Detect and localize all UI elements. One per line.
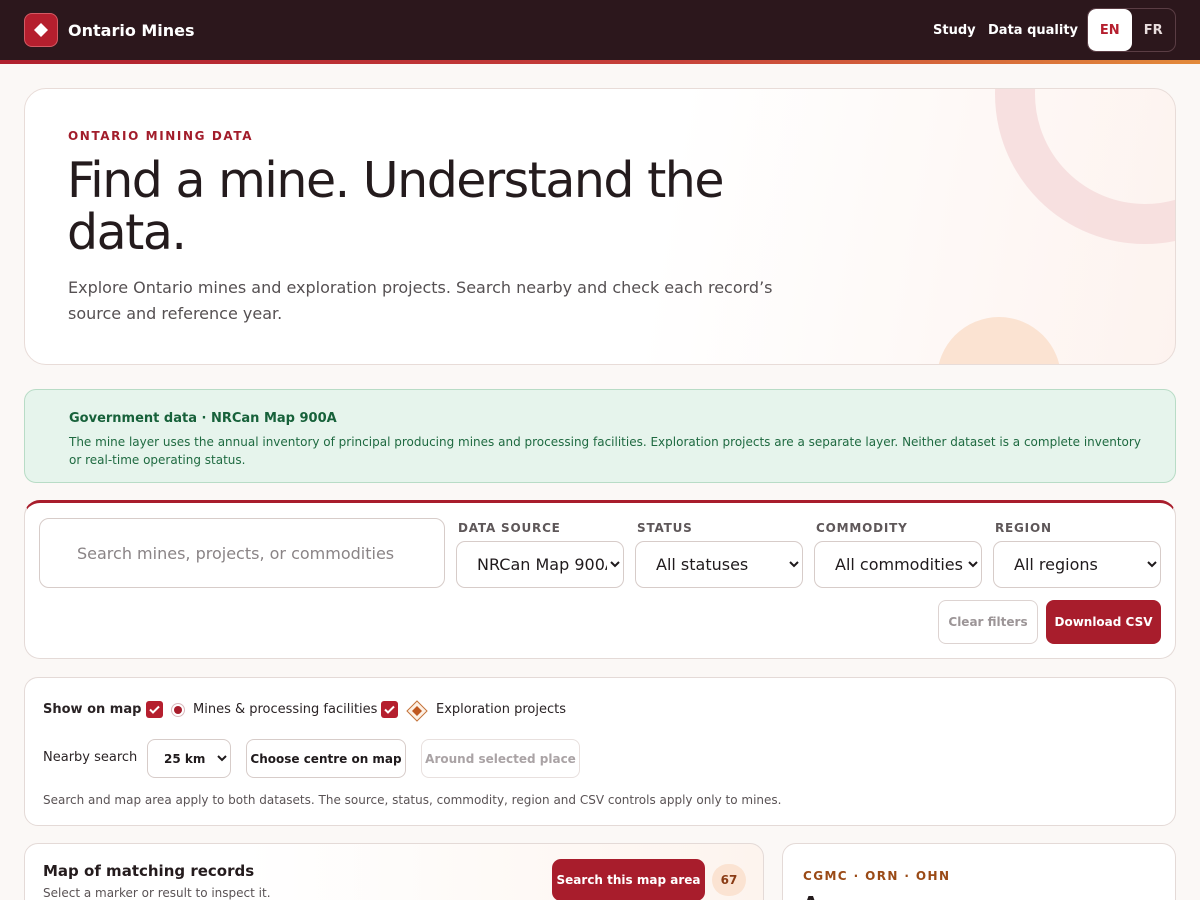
government-data-notice: Government data · NRCan Map 900A The min… [24, 389, 1176, 483]
data-source-label: DATA SOURCE [458, 521, 561, 535]
download-csv-button[interactable]: Download CSV [1046, 600, 1161, 644]
around-selected-place-button[interactable]: Around selected place [421, 739, 580, 778]
layers-note: Search and map area apply to both datase… [43, 793, 782, 807]
decorative-circle [937, 317, 1061, 364]
status-select[interactable]: All statuses [635, 541, 803, 588]
nav-data-quality-link[interactable]: Data quality [988, 0, 1078, 60]
radius-select[interactable]: 25 km [147, 739, 231, 778]
nearby-search-label: Nearby search [43, 750, 138, 765]
search-input[interactable] [39, 518, 445, 588]
result-count-badge: 67 [712, 864, 746, 896]
status-label: STATUS [637, 521, 693, 535]
hero-card: ONTARIO MINING DATA Find a mine. Underst… [24, 88, 1176, 365]
map-card: Map of matching records Select a marker … [24, 843, 764, 900]
mines-checkbox[interactable] [146, 701, 163, 718]
notice-text: The mine layer uses the annual inventory… [69, 435, 1141, 467]
show-on-map-label: Show on map [43, 702, 142, 717]
exploration-checkbox[interactable] [381, 701, 398, 718]
lang-en-button[interactable]: EN [1088, 9, 1132, 51]
mines-layer-label: Mines & processing facilities [193, 702, 378, 717]
commodity-select[interactable]: All commodities [814, 541, 982, 588]
nav-study-link[interactable]: Study [933, 0, 976, 60]
notice-title: Government data · NRCan Map 900A [69, 411, 337, 426]
app-title: Ontario Mines [68, 20, 195, 40]
hero-eyebrow: ONTARIO MINING DATA [68, 129, 254, 143]
map-subtitle: Select a marker or result to inspect it. [43, 886, 271, 900]
commodity-label: COMMODITY [816, 521, 908, 535]
page-title: Find a mine. Understand the data. [67, 152, 725, 261]
mine-marker-icon [171, 703, 185, 717]
top-bar: Ontario Mines Study Data quality EN FR [0, 0, 1200, 60]
clear-filters-button[interactable]: Clear filters [938, 600, 1038, 644]
map-title: Map of matching records [43, 862, 255, 880]
detail-codes: CGMC · ORN · OHN [803, 869, 951, 883]
choose-centre-button[interactable]: Choose centre on map [246, 739, 406, 778]
exploration-layer-label: Exploration projects [436, 702, 566, 717]
data-source-select[interactable]: NRCan Map 900A [456, 541, 624, 588]
filter-panel: DATA SOURCE NRCan Map 900A STATUS All st… [24, 500, 1176, 659]
lang-fr-button[interactable]: FR [1132, 9, 1176, 51]
exploration-marker-icon [406, 700, 428, 722]
brand[interactable]: Ontario Mines [24, 13, 195, 47]
detail-title: A [803, 892, 1003, 900]
accent-stripe [0, 60, 1200, 64]
checkmark-icon [384, 705, 395, 714]
search-map-area-button[interactable]: Search this map area [552, 859, 705, 900]
detail-card: CGMC · ORN · OHN A [782, 843, 1176, 900]
region-label: REGION [995, 521, 1052, 535]
hero-description: Explore Ontario mines and exploration pr… [68, 278, 773, 323]
checkmark-icon [149, 705, 160, 714]
region-select[interactable]: All regions [993, 541, 1161, 588]
map-layers-panel: Show on map Mines & processing facilitie… [24, 677, 1176, 826]
decorative-ring [995, 89, 1175, 244]
diamond-logo-icon [24, 13, 58, 47]
language-switcher: EN FR [1087, 8, 1176, 52]
